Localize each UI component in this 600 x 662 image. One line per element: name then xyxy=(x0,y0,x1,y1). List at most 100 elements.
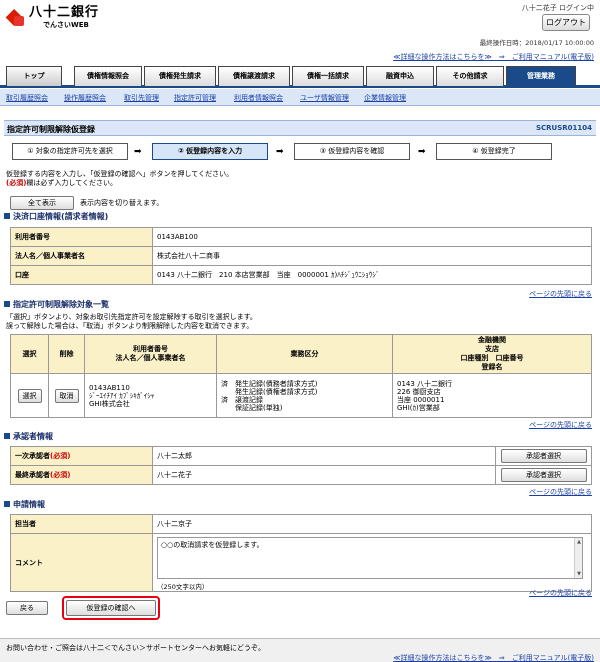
targets-table: 選択 削除 利用者番号 法人名／個人事業者名 業務区分 金融機関 支店 口座種別… xyxy=(10,334,592,418)
targets-section-heading: 指定許可制限解除対象一覧 xyxy=(4,299,109,310)
header: 八十二銀行 でんさいWEB 八十二花子 ログイン中 ログアウト 最終操作日時：2… xyxy=(0,0,600,50)
bank-logo-icon xyxy=(5,8,26,28)
row-bank-2: 226 御厨支店 xyxy=(397,387,441,396)
final-approver-value: 八十二花子 xyxy=(152,465,496,485)
first-approver-select-button[interactable]: 承認者選択 xyxy=(500,449,587,463)
page-top-link[interactable]: ページの先頭に戻る xyxy=(529,487,592,497)
tab-management[interactable]: 管理業務 xyxy=(506,66,576,86)
row-category-1: 発生記録(債務者請求方式) xyxy=(235,379,318,388)
first-approver-value: 八十二太郎 xyxy=(152,446,496,466)
row-category-3: 譲渡記録 xyxy=(235,395,263,404)
bank-logo: 八十二銀行 でんさいWEB xyxy=(5,5,100,30)
confirm-button-highlight xyxy=(62,596,160,620)
page-top-link[interactable]: ページの先頭に戻る xyxy=(529,588,592,598)
status-mark: 済 xyxy=(221,379,228,388)
targets-note-1: 「選択」ボタンより、対象お取引先指定許可を設定解除する取引を選択します。 xyxy=(6,313,257,321)
col-category: 業務区分 xyxy=(216,334,393,374)
tab-other-request[interactable]: その他請求 xyxy=(436,66,504,86)
col-select: 選択 xyxy=(10,334,49,374)
comment-value: ○○の取消請求を仮登録します。 xyxy=(161,541,264,549)
screen-code: SCRUSR01104 xyxy=(535,124,592,132)
footer-contact-text: お問い合わせ・ご照会は八十二＜でんさい＞サポートセンターへお気軽にどうぞ。 xyxy=(6,644,265,652)
comment-limit: （250文字以内） xyxy=(157,583,209,591)
row-bank-1: 0143 八十二銀行 xyxy=(397,379,453,388)
final-approver-label: 最終承認者(必須) xyxy=(10,465,153,485)
approver-section-heading: 承認者情報 xyxy=(4,431,53,442)
subnav-client-management[interactable]: 取引先管理 xyxy=(124,93,159,103)
main-tabs: トップ 債権情報照会 債権発生請求 債権譲渡請求 債権一括請求 融資申込 その他… xyxy=(0,64,600,88)
settlement-table: 利用者番号 0143AB100 法人名／個人事業者名 株式会社八十二商事 口座 … xyxy=(10,227,592,285)
company-name-label: 法人名／個人事業者名 xyxy=(10,246,153,266)
tab-bulk-request[interactable]: 債権一括請求 xyxy=(292,66,364,86)
subnav-permission-management[interactable]: 指定許可管理 xyxy=(174,93,216,103)
subnav-transaction-history[interactable]: 取引履歴照会 xyxy=(6,93,48,103)
comment-textarea[interactable]: ○○の取消請求を仮登録します。 ▲ ▼ xyxy=(157,537,583,579)
account-label: 口座 xyxy=(10,265,153,285)
status-mark: 済 xyxy=(221,395,228,404)
select-button[interactable]: 選択 xyxy=(17,388,42,403)
tab-claim-inquiry[interactable]: 債権情報照会 xyxy=(74,66,142,86)
row-bank-3: 当座 0000011 xyxy=(397,395,445,404)
page-title: 指定許可制限解除仮登録 xyxy=(7,125,95,134)
row-user-number: 0143AB110 xyxy=(89,383,130,392)
required-note: (必須)欄は必ず入力してください。 xyxy=(6,179,117,188)
step-arrow-icon: ➡ xyxy=(418,147,426,157)
footer: お問い合わせ・ご照会は八十二＜でんさい＞サポートセンターへお気軽にどうぞ。 ≪詳… xyxy=(0,638,600,662)
company-name-value: 株式会社八十二商事 xyxy=(152,246,592,266)
person-value: 八十二京子 xyxy=(152,514,592,534)
user-number-label: 利用者番号 xyxy=(10,227,153,247)
help-manual-link[interactable]: ≪詳細な操作方法はこちらを≫ ⇒ ご利用マニュアル(電子版) xyxy=(393,52,594,62)
request-table: 担当者 八十二京子 コメント ○○の取消請求を仮登録します。 ▲ ▼ （250文字… xyxy=(10,514,592,592)
tab-financing[interactable]: 融資申込 xyxy=(366,66,434,86)
col-bank: 金融機関 支店 口座種別 口座番号 登録名 xyxy=(392,334,592,374)
tab-top[interactable]: トップ xyxy=(6,66,62,86)
step-2-current: ② 仮登録内容を入力 xyxy=(152,143,268,160)
instruction-text: 仮登録する内容を入力し、「仮登録の確認へ」ボタンを押してください。 xyxy=(6,170,234,178)
page-top-link[interactable]: ページの先頭に戻る xyxy=(529,289,592,299)
comment-scrollbar[interactable]: ▲ ▼ xyxy=(574,538,582,578)
tab-claim-issue[interactable]: 債権発生請求 xyxy=(144,66,216,86)
settlement-section-heading: 決済口座情報(請求者情報) xyxy=(4,211,108,222)
row-user-name: GHI株式会社 xyxy=(89,399,130,408)
footer-help-link[interactable]: ≪詳細な操作方法はこちらを≫ ⇒ ご利用マニュアル(電子版) xyxy=(393,653,594,662)
subnav-company-info-management[interactable]: 企業情報管理 xyxy=(364,93,406,103)
scroll-up-icon[interactable]: ▲ xyxy=(576,539,582,545)
cancel-button[interactable]: 取消 xyxy=(54,388,79,403)
show-all-description: 表示内容を切り替えます。 xyxy=(80,199,164,207)
col-delete: 削除 xyxy=(48,334,85,374)
subnav-user-info-management[interactable]: ユーザ情報管理 xyxy=(300,93,349,103)
step-arrow-icon: ➡ xyxy=(134,147,142,157)
last-operation-time: 最終操作日時：2018/01/17 10:00:00 xyxy=(479,39,594,47)
table-row: 選択 取消 0143AB110 ｼﾞｰｴｲﾁｱｲ ｶﾌﾞｼｷｶﾞｲｼｬ GHI株… xyxy=(10,373,592,418)
step-4: ④ 仮登録完了 xyxy=(436,143,552,160)
targets-note-2: 誤って解除した場合は、「取消」ボタンより制限解除した内容を取消できます。 xyxy=(6,322,254,330)
approver-table: 一次承認者(必須) 八十二太郎 承認者選択 最終承認者(必須) 八十二花子 承認… xyxy=(10,446,592,485)
first-approver-label: 一次承認者(必須) xyxy=(10,446,153,466)
step-3: ③ 仮登録内容を確認 xyxy=(294,143,410,160)
page-title-bar: 指定許可制限解除仮登録 SCRUSR01104 xyxy=(4,120,596,136)
show-all-button[interactable]: 全て表示 xyxy=(10,196,74,210)
row-category-4: 保証記録(単独) xyxy=(235,403,283,412)
request-section-heading: 申請情報 xyxy=(4,499,45,510)
person-label: 担当者 xyxy=(10,514,153,534)
final-approver-select-button[interactable]: 承認者選択 xyxy=(500,468,587,482)
back-button[interactable]: 戻る xyxy=(6,601,48,615)
login-user: 八十二花子 ログイン中 xyxy=(521,4,594,12)
tab-claim-transfer[interactable]: 債権譲渡請求 xyxy=(218,66,290,86)
scroll-down-icon[interactable]: ▼ xyxy=(576,571,582,577)
user-number-value: 0143AB100 xyxy=(152,227,592,247)
row-category-2: 発生記録(債権者請求方式) xyxy=(235,387,318,396)
required-mark: (必須) xyxy=(6,179,27,187)
service-name: でんさいWEB xyxy=(43,21,89,29)
required-note-text: 欄は必ず入力してください。 xyxy=(26,179,117,187)
comment-label: コメント xyxy=(10,533,153,592)
col-user: 利用者番号 法人名／個人事業者名 xyxy=(84,334,217,374)
progress-steps: ① 対象の指定許可先を選択 ➡ ② 仮登録内容を入力 ➡ ③ 仮登録内容を確認 … xyxy=(0,143,600,161)
page-top-link[interactable]: ページの先頭に戻る xyxy=(529,420,592,430)
logout-button[interactable]: ログアウト xyxy=(542,14,590,31)
subnav-user-info-inquiry[interactable]: 利用者情報照会 xyxy=(234,93,283,103)
bank-name: 八十二銀行 xyxy=(29,5,100,20)
account-value: 0143 八十二銀行 210 本店営業部 当座 0000001 ｶ)ﾊﾁｼﾞｭｳ… xyxy=(152,265,592,285)
subnav-operation-history[interactable]: 操作履歴照会 xyxy=(64,93,106,103)
step-1: ① 対象の指定許可先を選択 xyxy=(12,143,128,160)
